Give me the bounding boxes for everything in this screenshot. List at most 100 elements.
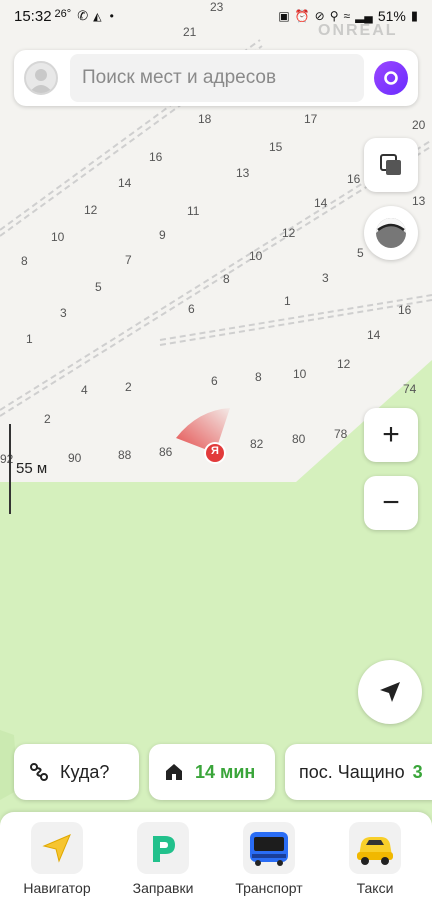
taxi-icon: [357, 837, 393, 865]
bus-icon: [250, 832, 288, 866]
house-number: 3: [322, 271, 329, 285]
signal-icon: ▂▄: [355, 9, 373, 23]
house-number: 6: [188, 302, 195, 316]
home-icon: [163, 761, 185, 783]
house-number: 80: [292, 432, 306, 446]
map-scale: [9, 424, 13, 514]
voice-assistant-button[interactable]: [374, 61, 408, 95]
tab-navigator[interactable]: Навигатор: [7, 822, 107, 896]
house-number: 16: [398, 303, 412, 317]
house-number: 82: [250, 437, 264, 451]
house-number: 2: [125, 380, 132, 394]
mute-icon: ⊘: [314, 9, 325, 23]
house-number: 10: [51, 230, 65, 244]
bottom-tab-bar: Навигатор Заправки Транспорт Такси: [0, 812, 432, 910]
house-number: 2: [44, 412, 51, 426]
tab-taxi[interactable]: Такси: [325, 822, 425, 896]
home-route-chip[interactable]: 14 мин: [149, 744, 275, 800]
my-location-button[interactable]: [358, 660, 422, 724]
house-number: 78: [334, 427, 348, 441]
navigator-tile: [31, 822, 83, 874]
where-to-label: Куда?: [60, 761, 110, 782]
tab-transport[interactable]: Транспорт: [219, 822, 319, 896]
house-number: 11: [187, 204, 200, 218]
zoom-in-button[interactable]: +: [364, 408, 418, 462]
house-number: 88: [118, 448, 132, 462]
temperature: 26°: [54, 8, 72, 20]
house-number: 8: [21, 254, 28, 268]
location-icon: ⚲: [329, 9, 339, 23]
house-number: 7: [125, 253, 132, 267]
fuel-tile: [137, 822, 189, 874]
house-number: 5: [95, 280, 102, 294]
house-number: 17: [304, 112, 318, 126]
taxi-tile: [349, 822, 401, 874]
house-number: 1: [26, 332, 33, 346]
house-number: 5: [357, 246, 364, 260]
scale-label: 55 м: [16, 460, 48, 477]
house-number: 18: [198, 112, 212, 126]
route-icon: [28, 761, 50, 783]
house-number: 74: [403, 382, 417, 396]
user-location-marker[interactable]: [168, 400, 248, 480]
battery-icon: ▮: [410, 8, 418, 23]
house-number: 9: [159, 228, 166, 242]
navigator-icon: [42, 834, 71, 863]
place-label: пос. Чащино: [299, 761, 405, 782]
dot-icon: •: [109, 9, 114, 23]
place-chip[interactable]: пос. Чащино 3: [285, 744, 432, 800]
house-number: 10: [249, 249, 263, 263]
layers-button[interactable]: [364, 138, 418, 192]
house-number: 12: [282, 226, 296, 240]
navigation-arrow-icon: [380, 682, 400, 702]
avatar[interactable]: [24, 61, 58, 95]
house-number: 13: [236, 166, 250, 180]
layers-icon: [380, 154, 401, 175]
minus-icon: −: [382, 486, 400, 519]
zoom-out-button[interactable]: −: [364, 476, 418, 530]
place-time: 3: [412, 761, 423, 782]
house-number: 14: [367, 328, 381, 342]
location-marker-letter: Я: [211, 445, 219, 457]
clock: 15:32: [14, 7, 52, 25]
alice-icon: [384, 71, 398, 85]
plus-icon: +: [382, 418, 400, 451]
where-to-chip[interactable]: Куда?: [14, 744, 139, 800]
house-number: 20: [412, 118, 426, 132]
house-number: 8: [255, 370, 262, 384]
battery-level: 51%: [377, 8, 406, 24]
tab-label: Заправки: [132, 880, 194, 896]
house-number: 15: [269, 140, 283, 154]
status-bar: 15:32 26° ✆ ◭ • ▣ ⏰ ⊘ ⚲ ≈ ▂▄ 51% ▮: [0, 0, 432, 32]
alarm-icon: ⏰: [294, 9, 310, 23]
user-avatar-icon: [29, 69, 53, 93]
house-number: 10: [293, 367, 307, 381]
house-number: 14: [314, 196, 328, 210]
tab-fuel[interactable]: Заправки: [113, 822, 213, 896]
house-number: 8: [223, 272, 230, 286]
search-input[interactable]: Поиск мест и адресов: [70, 54, 364, 102]
house-number: 3: [60, 306, 67, 320]
house-number: 14: [118, 176, 132, 190]
transport-tile: [243, 822, 295, 874]
house-number: 12: [84, 203, 98, 217]
house-number: 6: [211, 374, 218, 388]
home-route-time: 14 мин: [195, 761, 256, 782]
tab-label: Такси: [356, 880, 394, 896]
house-number: 12: [337, 357, 351, 371]
map-mode-button[interactable]: [364, 206, 418, 260]
fuel-icon: [153, 836, 175, 862]
tab-label: Транспорт: [235, 880, 303, 896]
house-number: 16: [149, 150, 163, 164]
house-number: 1: [284, 294, 291, 308]
lock-icon: ▣: [278, 9, 290, 23]
house-number: 16: [347, 172, 361, 186]
wifi-icon: ≈: [343, 9, 351, 23]
house-number: 90: [68, 451, 82, 465]
house-number: 13: [412, 194, 426, 208]
phone-icon: ✆: [77, 8, 89, 23]
chat-icon: ◭: [93, 10, 102, 23]
map-mode-icon: [376, 218, 406, 248]
tab-label: Навигатор: [23, 880, 91, 896]
house-number: 4: [81, 383, 88, 397]
